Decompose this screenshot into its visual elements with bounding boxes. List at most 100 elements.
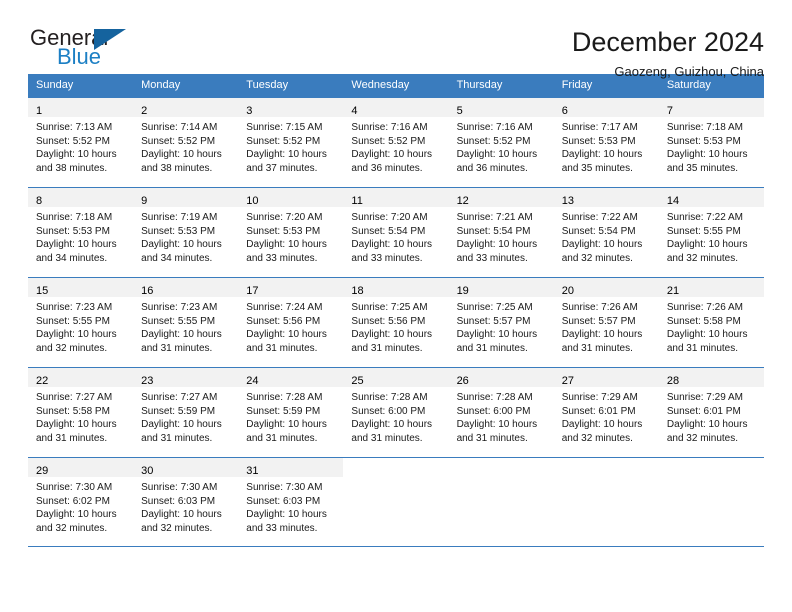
- calendar-day-cell[interactable]: 23 Sunrise: 7:27 AM Sunset: 5:59 PM Dayligh…: [133, 367, 239, 458]
- calendar-day-cell[interactable]: 13 Sunrise: 7:22 AM Sunset: 5:54 PM Dayligh…: [553, 187, 659, 278]
- calendar-day-cell[interactable]: 24 Sunrise: 7:28 AM Sunset: 5:59 PM Dayligh…: [238, 367, 344, 458]
- day-number-band: 2: [133, 98, 239, 117]
- calendar-day-cell[interactable]: 22 Sunrise: 7:27 AM Sunset: 5:58 PM Dayligh…: [28, 367, 134, 458]
- calendar-day-cell[interactable]: 10 Sunrise: 7:20 AM Sunset: 5:53 PM Dayligh…: [238, 187, 344, 278]
- calendar-week-row: 1 Sunrise: 7:13 AM Sunset: 5:52 PM Daylight…: [28, 97, 764, 188]
- daylight-text-line1: Daylight: 10 hours: [666, 329, 748, 341]
- daylight-text-line1: Daylight: 10 hours: [351, 329, 433, 341]
- day-details: Sunrise: 7:20 AM Sunset: 5:54 PM Daylight:…: [343, 207, 448, 265]
- daylight-text-line2: and 33 minutes.: [351, 252, 423, 264]
- daylight-text-line1: Daylight: 10 hours: [456, 149, 538, 161]
- calendar-day-cell[interactable]: 1 Sunrise: 7:13 AM Sunset: 5:52 PM Daylight…: [28, 97, 134, 188]
- daylight-text-line2: and 33 minutes.: [246, 522, 318, 534]
- day-number: 13: [561, 195, 574, 207]
- day-number: 3: [246, 105, 253, 117]
- calendar-week-row: 29 Sunrise: 7:30 AM Sunset: 6:02 PM Dayligh…: [28, 457, 764, 547]
- day-number-band: 21: [658, 278, 764, 297]
- calendar-day-cell[interactable]: 4 Sunrise: 7:16 AM Sunset: 5:52 PM Daylight…: [343, 97, 449, 188]
- day-number: 7: [666, 105, 673, 117]
- sunset-text: Sunset: 5:56 PM: [246, 315, 321, 327]
- daylight-text-line1: Daylight: 10 hours: [561, 239, 643, 251]
- sunrise-text: Sunrise: 7:29 AM: [666, 392, 743, 403]
- calendar-day-cell[interactable]: 31 Sunrise: 7:30 AM Sunset: 6:03 PM Dayligh…: [238, 457, 344, 547]
- page-header: General Blue December 2024 Gaozeng, Guiz…: [28, 0, 764, 80]
- daylight-text-line1: Daylight: 10 hours: [351, 239, 433, 251]
- calendar-day-cell[interactable]: 2 Sunrise: 7:14 AM Sunset: 5:52 PM Daylight…: [133, 97, 239, 188]
- day-number: 18: [351, 285, 364, 297]
- calendar-day-cell[interactable]: 12 Sunrise: 7:21 AM Sunset: 5:54 PM Dayligh…: [448, 187, 554, 278]
- day-details: Sunrise: 7:19 AM Sunset: 5:53 PM Daylight:…: [133, 207, 238, 265]
- daylight-text-line1: Daylight: 10 hours: [141, 149, 222, 161]
- calendar-day-cell[interactable]: 17 Sunrise: 7:24 AM Sunset: 5:56 PM Dayligh…: [238, 277, 344, 368]
- daylight-text-line1: Daylight: 10 hours: [36, 329, 117, 341]
- daylight-text-line2: and 35 minutes.: [666, 162, 739, 174]
- daylight-text-line1: Daylight: 10 hours: [141, 329, 222, 341]
- sunrise-text: Sunrise: 7:29 AM: [561, 392, 638, 403]
- sunrise-text: Sunrise: 7:16 AM: [456, 122, 533, 133]
- sunrise-text: Sunrise: 7:28 AM: [246, 392, 323, 403]
- calendar-day-cell[interactable]: 28 Sunrise: 7:29 AM Sunset: 6:01 PM Dayligh…: [658, 367, 764, 458]
- calendar-week-row: 8 Sunrise: 7:18 AM Sunset: 5:53 PM Daylight…: [28, 187, 764, 278]
- calendar-day-cell[interactable]: 7 Sunrise: 7:18 AM Sunset: 5:53 PM Daylight…: [658, 97, 764, 188]
- calendar-day-cell[interactable]: 26 Sunrise: 7:28 AM Sunset: 6:00 PM Dayligh…: [448, 367, 554, 458]
- day-number: 4: [351, 105, 358, 117]
- daylight-text-line1: Daylight: 10 hours: [456, 329, 538, 341]
- calendar-day-cell[interactable]: 16 Sunrise: 7:23 AM Sunset: 5:55 PM Dayligh…: [133, 277, 239, 368]
- day-number: 11: [351, 195, 363, 207]
- calendar-day-cell[interactable]: 29 Sunrise: 7:30 AM Sunset: 6:02 PM Dayligh…: [28, 457, 134, 547]
- calendar-day-cell[interactable]: 11 Sunrise: 7:20 AM Sunset: 5:54 PM Dayligh…: [343, 187, 449, 278]
- weekday-header-monday: Monday: [133, 74, 239, 98]
- sunset-text: Sunset: 5:52 PM: [141, 135, 216, 147]
- calendar-day-cell[interactable]: 14 Sunrise: 7:22 AM Sunset: 5:55 PM Dayligh…: [658, 187, 764, 278]
- calendar-day-cell[interactable]: 5 Sunrise: 7:16 AM Sunset: 5:52 PM Daylight…: [448, 97, 554, 188]
- sunset-text: Sunset: 6:00 PM: [351, 405, 426, 417]
- sunset-text: Sunset: 5:56 PM: [351, 315, 426, 327]
- sunrise-text: Sunrise: 7:27 AM: [141, 392, 218, 403]
- day-details: Sunrise: 7:22 AM Sunset: 5:54 PM Daylight:…: [554, 207, 659, 265]
- logo-text-blue: Blue: [57, 44, 102, 69]
- daylight-text-line2: and 38 minutes.: [36, 162, 108, 174]
- day-number: 1: [36, 105, 43, 117]
- calendar-day-cell[interactable]: 30 Sunrise: 7:30 AM Sunset: 6:03 PM Dayligh…: [133, 457, 239, 547]
- calendar-day-cell[interactable]: 9 Sunrise: 7:19 AM Sunset: 5:53 PM Daylight…: [133, 187, 239, 278]
- daylight-text-line2: and 34 minutes.: [141, 252, 213, 264]
- day-number: 26: [456, 375, 469, 387]
- calendar-day-cell[interactable]: 6 Sunrise: 7:17 AM Sunset: 5:53 PM Daylight…: [553, 97, 659, 188]
- calendar-day-cell[interactable]: 8 Sunrise: 7:18 AM Sunset: 5:53 PM Daylight…: [28, 187, 134, 278]
- day-number-band: 30: [133, 458, 239, 477]
- calendar-day-cell[interactable]: 25 Sunrise: 7:28 AM Sunset: 6:00 PM Dayligh…: [343, 367, 449, 458]
- calendar-day-cell[interactable]: 15 Sunrise: 7:23 AM Sunset: 5:55 PM Dayligh…: [28, 277, 134, 368]
- daylight-text-line1: Daylight: 10 hours: [141, 239, 222, 251]
- calendar-day-cell[interactable]: 20 Sunrise: 7:26 AM Sunset: 5:57 PM Dayligh…: [553, 277, 659, 368]
- calendar-day-cell[interactable]: 19 Sunrise: 7:25 AM Sunset: 5:57 PM Dayligh…: [448, 277, 554, 368]
- daylight-text-line2: and 32 minutes.: [36, 522, 108, 534]
- daylight-text-line1: Daylight: 10 hours: [246, 239, 327, 251]
- page-title: December 2024: [571, 27, 764, 57]
- day-number-band: 7: [658, 98, 764, 117]
- day-number-band: 3: [238, 98, 344, 117]
- day-number-band: 27: [553, 368, 659, 387]
- day-number-band: 31: [238, 458, 344, 477]
- calendar-week-row: 22 Sunrise: 7:27 AM Sunset: 5:58 PM Dayligh…: [28, 367, 764, 458]
- calendar-day-cell-empty: [448, 457, 554, 547]
- daylight-text-line2: and 32 minutes.: [666, 252, 739, 264]
- calendar-day-cell[interactable]: 3 Sunrise: 7:15 AM Sunset: 5:52 PM Daylight…: [238, 97, 344, 188]
- day-number: 17: [246, 285, 259, 297]
- daylight-text-line2: and 32 minutes.: [666, 432, 739, 444]
- sunrise-text: Sunrise: 7:22 AM: [561, 212, 638, 223]
- daylight-text-line1: Daylight: 10 hours: [246, 329, 327, 341]
- calendar-day-cell[interactable]: 21 Sunrise: 7:26 AM Sunset: 5:58 PM Dayligh…: [658, 277, 764, 368]
- day-number-band: 28: [658, 368, 764, 387]
- sunrise-text: Sunrise: 7:27 AM: [36, 392, 113, 403]
- sunset-text: Sunset: 5:55 PM: [141, 315, 216, 327]
- calendar-day-cell[interactable]: 18 Sunrise: 7:25 AM Sunset: 5:56 PM Dayligh…: [343, 277, 449, 368]
- day-number-band: 20: [553, 278, 659, 297]
- calendar-day-cell-empty: [343, 457, 449, 547]
- general-blue-logo[interactable]: General Blue: [28, 26, 140, 74]
- calendar-day-cell[interactable]: 27 Sunrise: 7:29 AM Sunset: 6:01 PM Dayligh…: [553, 367, 659, 458]
- day-number: 30: [141, 465, 154, 477]
- day-number: 9: [141, 195, 148, 207]
- day-number: 31: [246, 465, 259, 477]
- day-number-band: 6: [553, 98, 659, 117]
- daylight-text-line2: and 35 minutes.: [561, 162, 633, 174]
